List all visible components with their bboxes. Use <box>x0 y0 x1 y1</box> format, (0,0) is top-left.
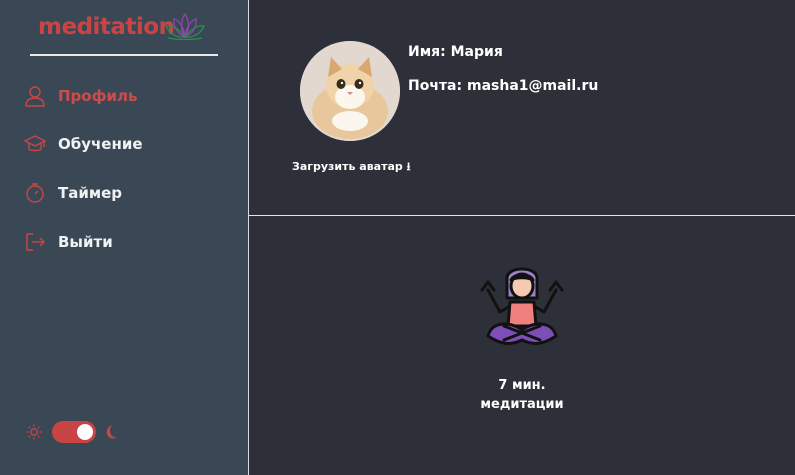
meditating-person-icon <box>474 260 570 360</box>
sidebar-item-learning[interactable]: Обучение <box>24 130 143 158</box>
sun-icon <box>26 424 42 440</box>
sidebar-item-logout[interactable]: Выйти <box>24 228 113 256</box>
switch-knob <box>77 424 93 440</box>
stopwatch-icon <box>24 182 46 204</box>
sidebar-item-timer[interactable]: Таймер <box>24 179 122 207</box>
sidebar-item-label: Выйти <box>58 233 113 251</box>
meditation-stat: 7 мин. медитации <box>460 376 584 414</box>
profile-email: Почта: masha1@mail.ru <box>408 78 599 94</box>
meditation-minutes: 7 мин. <box>498 378 546 393</box>
logo-text: meditation <box>38 14 175 40</box>
graduation-cap-icon <box>24 133 46 155</box>
logout-icon <box>24 231 46 253</box>
profile-name: Имя: Мария <box>408 44 503 60</box>
avatar <box>300 41 400 141</box>
sidebar-item-label: Обучение <box>58 135 143 153</box>
logo[interactable]: meditation <box>30 8 218 56</box>
section-divider <box>249 215 795 216</box>
sidebar: meditation Профиль Обучение Таймер Выйти <box>0 0 249 475</box>
theme-switch[interactable] <box>52 421 96 443</box>
meditation-caption: медитации <box>480 397 564 412</box>
sidebar-item-label: Таймер <box>58 184 123 202</box>
sidebar-item-label: Профиль <box>58 87 138 105</box>
user-icon <box>24 85 46 107</box>
lotus-icon <box>164 11 206 45</box>
moon-icon <box>104 424 118 440</box>
upload-avatar-link[interactable]: Загрузить аватар ⭳ <box>292 158 410 177</box>
theme-toggle[interactable] <box>26 420 118 444</box>
sidebar-item-profile[interactable]: Профиль <box>24 82 137 110</box>
